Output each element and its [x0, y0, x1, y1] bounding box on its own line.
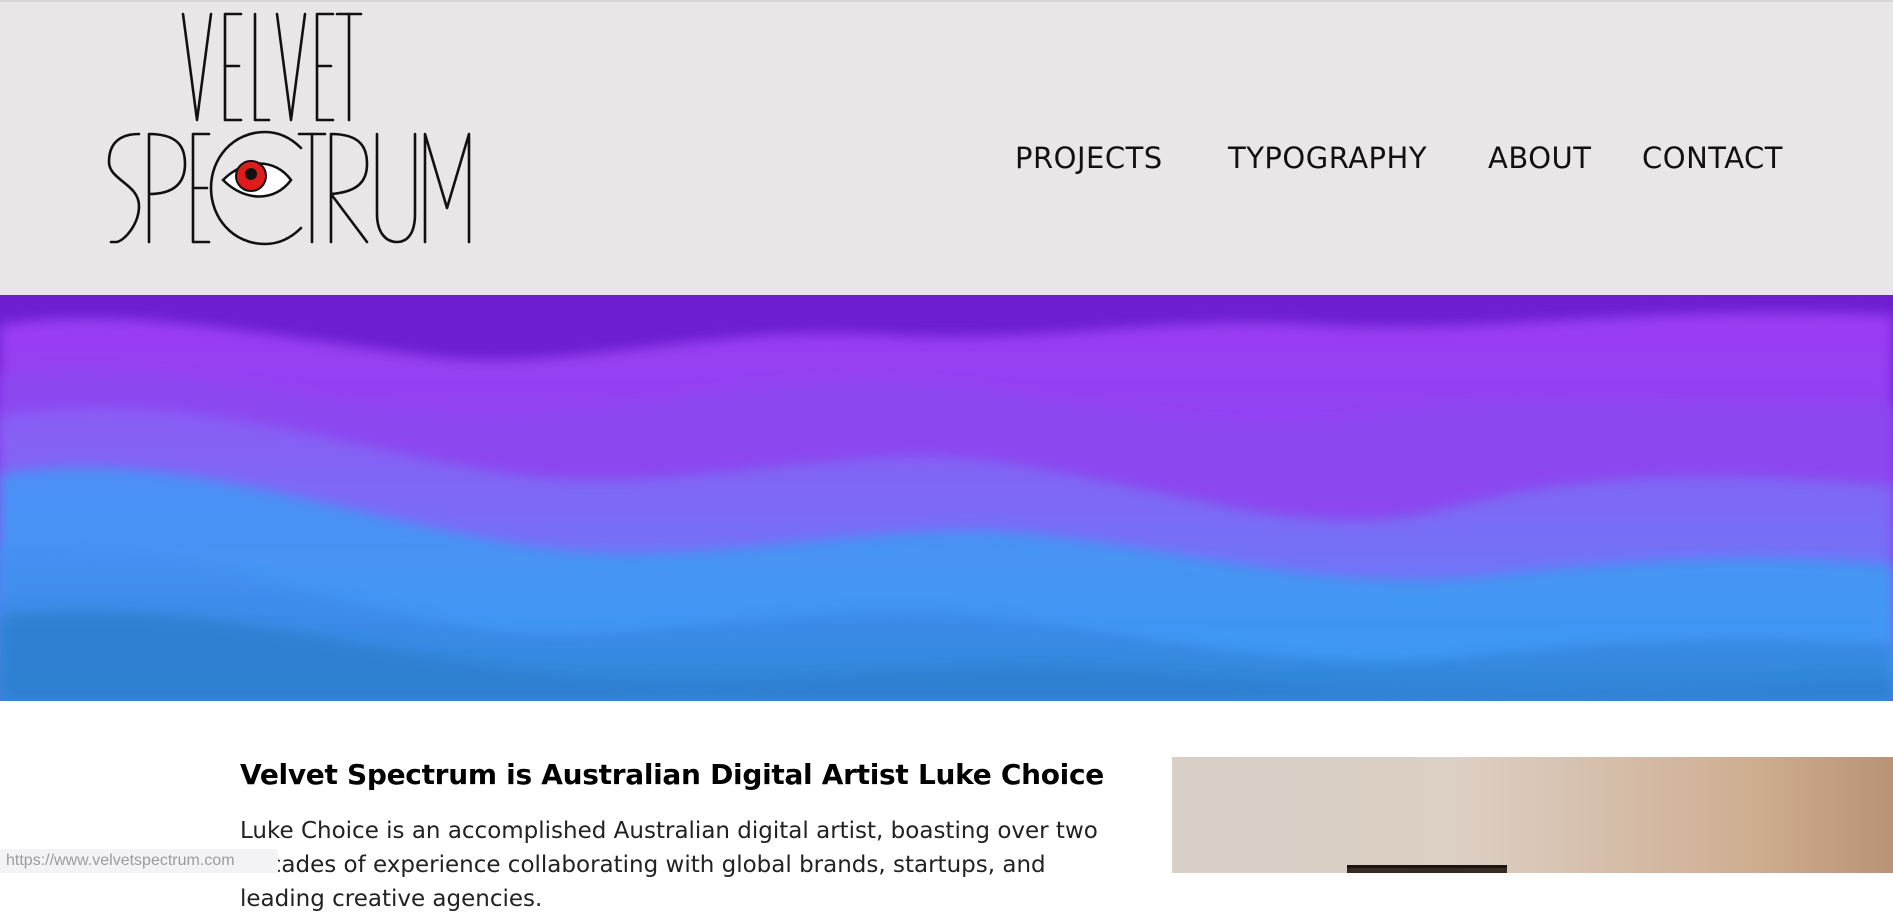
hero-banner-image: [0, 295, 1893, 701]
photo-artwork-frame: [1347, 865, 1507, 873]
nav-projects[interactable]: PROJECTS: [1015, 138, 1163, 178]
page-title: Velvet Spectrum is Australian Digital Ar…: [240, 758, 1104, 791]
wave-artwork: [0, 295, 1893, 701]
logo-wordmark-icon: [107, 12, 471, 246]
velvet-spectrum-logo[interactable]: [105, 8, 485, 248]
nav-about[interactable]: ABOUT: [1488, 138, 1592, 178]
artist-photo: [1172, 757, 1893, 873]
status-bar-url: https://www.velvetspectrum.com: [0, 849, 278, 873]
intro-paragraph: Luke Choice is an accomplished Australia…: [240, 818, 1098, 912]
nav-typography[interactable]: TYPOGRAPHY: [1228, 138, 1427, 178]
nav-contact[interactable]: CONTACT: [1642, 138, 1783, 178]
site-header: PROJECTS TYPOGRAPHY ABOUT CONTACT: [0, 0, 1893, 295]
